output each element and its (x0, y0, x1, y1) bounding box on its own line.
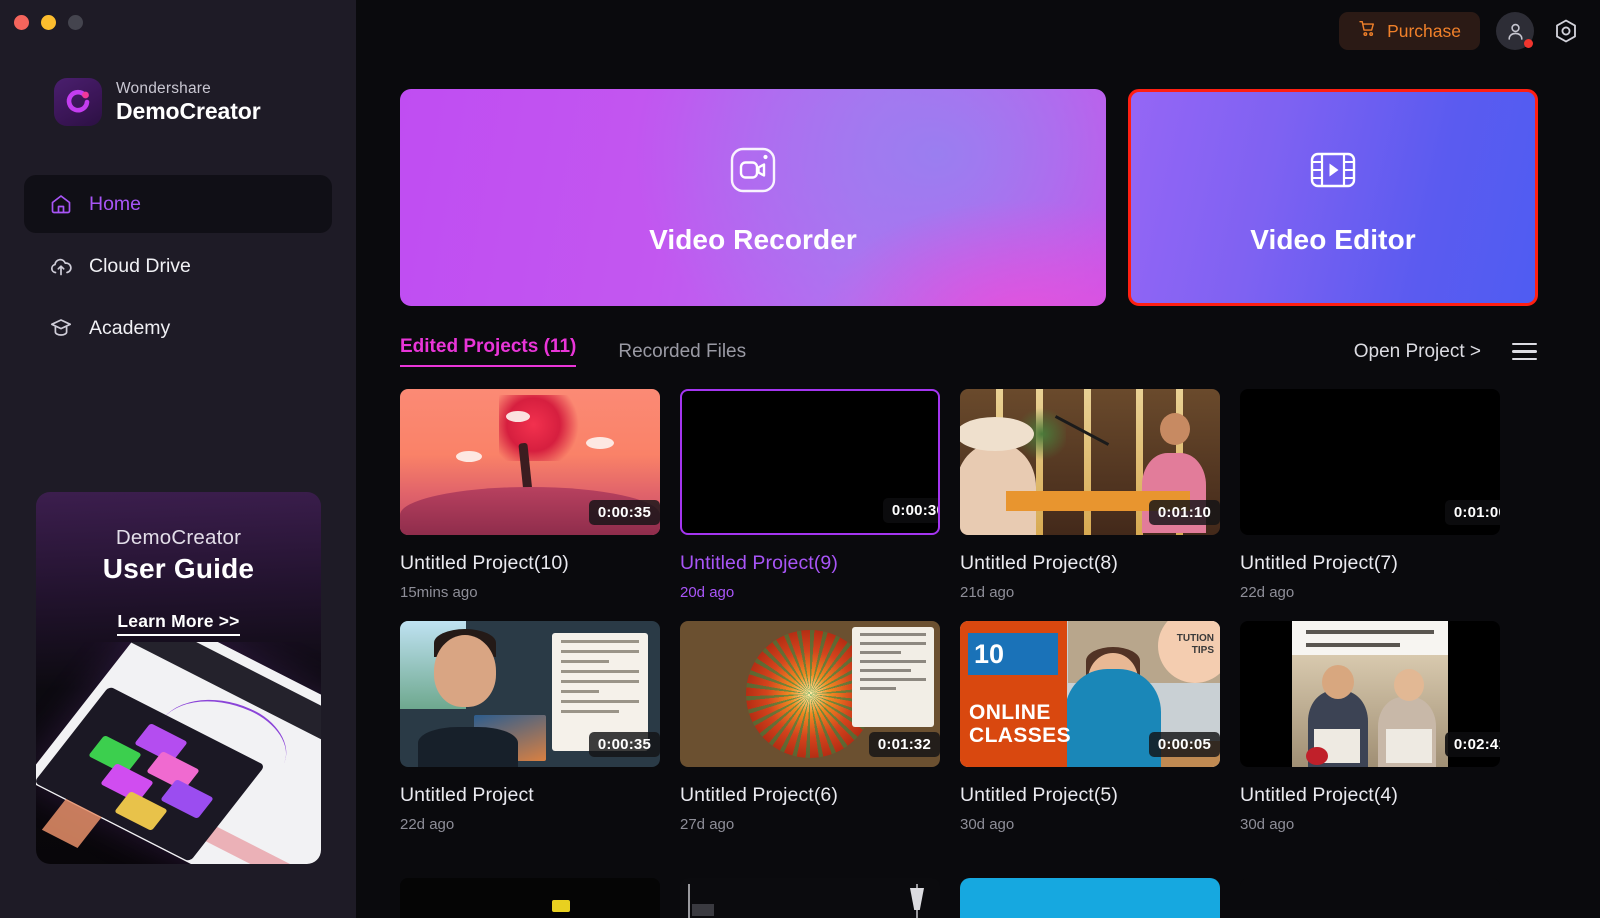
project-title: Untitled Project(7) (1240, 552, 1398, 574)
graduation-cap-icon (48, 316, 73, 341)
brand-product: DemoCreator (116, 97, 261, 124)
purchase-label: Purchase (1387, 20, 1461, 41)
project-timestamp: 22d ago (400, 816, 455, 833)
project-card[interactable]: 0:00:30 Untitled Project(9) 20d ago (680, 389, 960, 621)
sidebar-item-label: Academy (89, 316, 171, 339)
promo-line2: User Guide (102, 553, 255, 584)
promo-illustration (36, 642, 321, 864)
project-thumbnail[interactable]: 0:00:30 (680, 389, 940, 535)
open-project-link[interactable]: Open Project > (1354, 341, 1481, 363)
tab-recorded-files[interactable]: Recorded Files (618, 341, 746, 363)
project-timestamp: 22d ago (1240, 584, 1295, 601)
project-duration: 0:00:30 (882, 498, 938, 523)
project-title: Untitled Project(4) (1240, 784, 1398, 806)
projects-grid-next-row-partial (400, 878, 1520, 918)
sidebar-item-cloud-drive[interactable]: Cloud Drive (24, 237, 332, 295)
project-card[interactable]: 0:02:41 Untitled Project(4) 30d ago (1240, 621, 1520, 853)
notification-dot (1524, 39, 1533, 48)
project-thumbnail[interactable]: 0:01:00 (1240, 389, 1500, 535)
project-title: Untitled Project(10) (400, 552, 569, 574)
project-card[interactable]: 0:00:35 Untitled Project 22d ago (400, 621, 680, 853)
project-thumbnail[interactable] (1240, 878, 1500, 918)
sidebar: Wondershare DemoCreator Home Cloud Drive… (0, 0, 356, 918)
project-thumbnail[interactable]: 0:00:35 (400, 389, 660, 535)
project-timestamp: 30d ago (960, 816, 1015, 833)
project-duration: 0:00:35 (588, 732, 660, 757)
project-thumbnail[interactable] (400, 878, 660, 918)
project-timestamp: 20d ago (680, 584, 735, 601)
brand-company: Wondershare (116, 80, 211, 98)
project-thumbnail[interactable] (960, 878, 1220, 918)
camera-recorder-icon (723, 140, 783, 205)
project-card[interactable]: 0:00:35 Untitled Project(10) 15mins ago (400, 389, 680, 621)
hamburger-menu-icon[interactable] (1511, 339, 1538, 365)
project-timestamp: 27d ago (680, 816, 735, 833)
settings-gear-hexagon-icon[interactable] (1550, 15, 1582, 47)
project-title: Untitled Project(9) (680, 552, 838, 574)
project-title: Untitled Project(6) (680, 784, 838, 806)
user-avatar-icon[interactable] (1496, 12, 1534, 50)
film-strip-play-icon (1303, 140, 1363, 205)
purchase-button[interactable]: Purchase (1339, 12, 1480, 50)
top-bar: Purchase (356, 0, 1600, 62)
project-thumbnail[interactable]: 0:00:35 (400, 621, 660, 767)
minimize-window-button[interactable] (41, 15, 56, 30)
project-thumbnail[interactable]: 0:01:10 (960, 389, 1220, 535)
project-card[interactable]: 0:01:32 Untitled Project(6) 27d ago (680, 621, 960, 853)
sidebar-nav: Home Cloud Drive Academy (0, 175, 356, 357)
app-window: Wondershare DemoCreator Home Cloud Drive… (0, 0, 1600, 918)
close-window-button[interactable] (14, 15, 29, 30)
project-thumbnail[interactable] (680, 878, 940, 918)
home-icon (48, 192, 73, 217)
project-title: Untitled Project(8) (960, 552, 1118, 574)
tab-row-actions: Open Project > (1354, 339, 1538, 365)
sidebar-item-label: Cloud Drive (89, 254, 191, 277)
project-thumbnail[interactable]: 0:02:41 (1240, 621, 1500, 767)
cloud-upload-icon (48, 254, 73, 279)
project-timestamp: 15mins ago (400, 584, 478, 601)
sidebar-item-home[interactable]: Home (24, 175, 332, 233)
shopping-cart-icon (1358, 19, 1377, 43)
promo-line1: DemoCreator (115, 526, 242, 549)
video-editor-label: Video Editor (1250, 223, 1416, 255)
democreator-logo-icon (54, 78, 102, 126)
project-duration: 0:00:35 (588, 500, 660, 525)
project-timestamp: 21d ago (960, 584, 1015, 601)
project-title: Untitled Project (400, 784, 534, 806)
project-duration: 0:02:41 (1444, 732, 1500, 757)
projects-grid: 0:00:35 Untitled Project(10) 15mins ago … (356, 367, 1570, 853)
main-content: Purchase Video Recorder Video Editor Edi… (356, 0, 1600, 918)
project-thumbnail[interactable]: TUTION TIPS 10 ONLINE CLASSES 0:00:05 (960, 621, 1220, 767)
project-duration: 0:01:32 (868, 732, 940, 757)
video-recorder-label: Video Recorder (649, 223, 857, 255)
project-thumbnail[interactable]: 0:01:32 (680, 621, 940, 767)
brand-text: Wondershare DemoCreator (116, 80, 261, 124)
project-duration: 0:00:05 (1148, 732, 1220, 757)
project-card[interactable]: 0:01:10 Untitled Project(8) 21d ago (960, 389, 1240, 621)
sidebar-item-label: Home (89, 192, 142, 215)
tab-edited-projects[interactable]: Edited Projects (11) (400, 336, 577, 367)
project-card[interactable]: TUTION TIPS 10 ONLINE CLASSES 0:00:05 Unti… (960, 621, 1240, 853)
video-editor-card[interactable]: Video Editor (1128, 89, 1538, 306)
hero-cards: Video Recorder Video Editor (356, 62, 1600, 306)
project-timestamp: 30d ago (1240, 816, 1295, 833)
project-duration: 0:01:00 (1444, 500, 1500, 525)
sidebar-item-academy[interactable]: Academy (24, 299, 332, 357)
project-card[interactable]: 0:01:00 Untitled Project(7) 22d ago (1240, 389, 1520, 621)
window-traffic-lights (14, 15, 83, 30)
maximize-window-button (68, 15, 83, 30)
user-guide-promo-card[interactable]: DemoCreator User Guide Learn More >> (36, 492, 321, 864)
promo-learn-more-link[interactable]: Learn More >> (36, 611, 321, 636)
tab-row: Edited Projects (11) Recorded Files Open… (356, 306, 1600, 367)
project-title: Untitled Project(5) (960, 784, 1118, 806)
video-recorder-card[interactable]: Video Recorder (400, 89, 1106, 306)
project-duration: 0:01:10 (1148, 500, 1220, 525)
